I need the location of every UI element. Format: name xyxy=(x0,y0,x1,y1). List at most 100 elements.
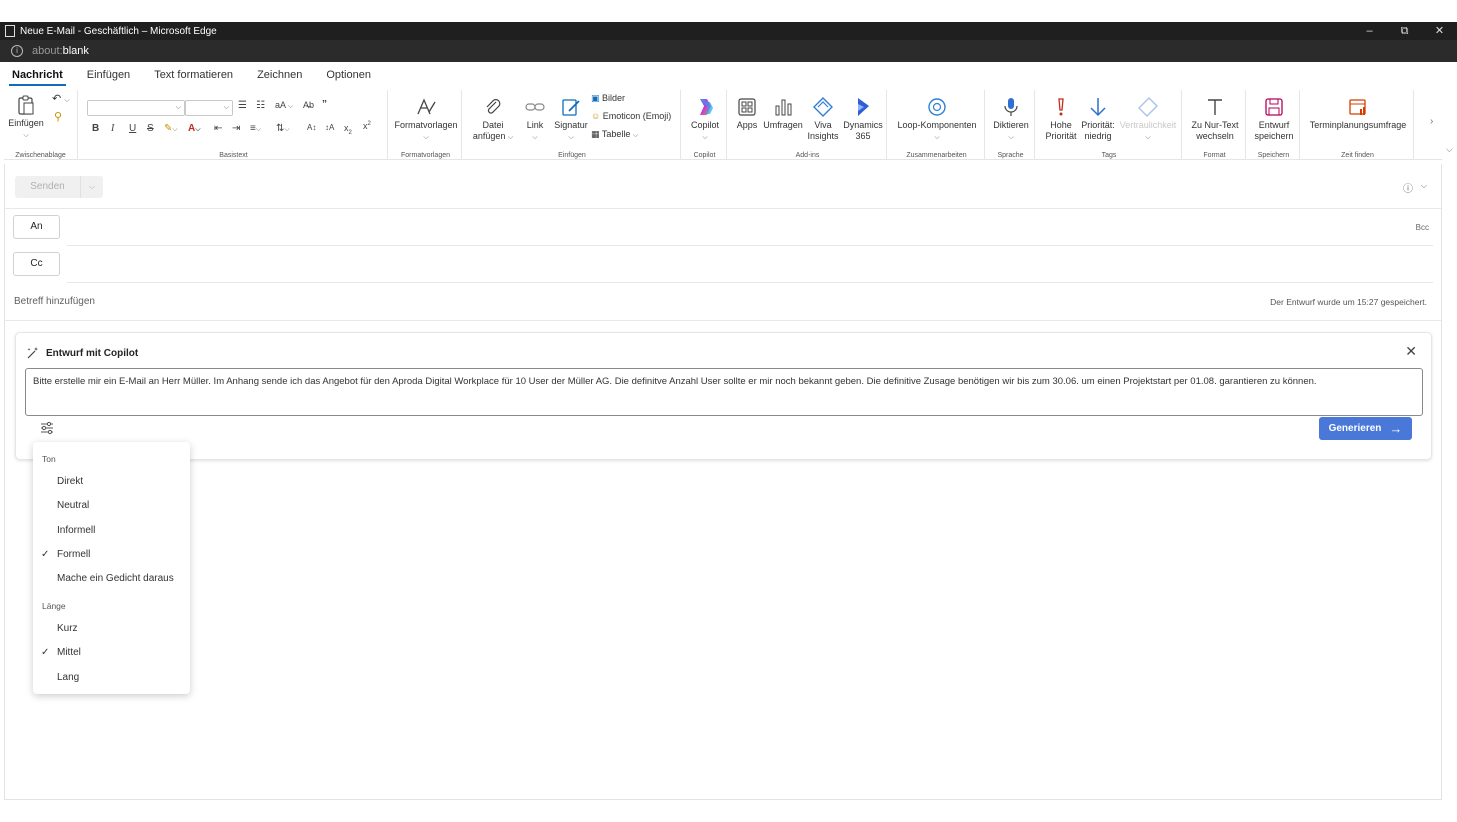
menu-item-neutral[interactable]: Neutral xyxy=(33,495,190,517)
arrow-down-icon xyxy=(1090,98,1106,117)
line-spacing-icon[interactable]: ⇅⌵ xyxy=(276,123,290,134)
strikethrough-icon[interactable]: S xyxy=(147,123,154,134)
link-button[interactable]: Link ⌵ xyxy=(520,96,550,143)
menu-item-formell[interactable]: ✓ Formell xyxy=(33,544,190,566)
image-icon: ▣ xyxy=(591,93,600,103)
bullet-list-icon[interactable]: ☰ xyxy=(238,100,247,111)
ltr-icon[interactable]: A↕ xyxy=(307,123,316,132)
subscript-icon[interactable]: x2 xyxy=(344,123,352,136)
send-button[interactable]: Senden ⌵ xyxy=(15,176,103,198)
apps-button[interactable]: Apps xyxy=(733,96,761,131)
emoticon-button[interactable]: ☺ Emoticon (Emoji) xyxy=(591,111,671,121)
menu-item-informell[interactable]: Informell xyxy=(33,520,190,542)
group-label-collab: Zusammenarbeiten xyxy=(906,152,967,159)
help-chevron-icon[interactable]: ⌵ xyxy=(1421,181,1427,191)
scheduling-poll-button[interactable]: Terminplanungsumfrage xyxy=(1302,96,1414,131)
bcc-button[interactable]: Bcc xyxy=(1416,223,1429,232)
group-label-styles: Formatvorlagen xyxy=(400,152,451,159)
high-priority-button[interactable]: Hohe Priorität xyxy=(1041,96,1081,142)
minimize-button[interactable]: – xyxy=(1352,22,1387,40)
tab-optionen[interactable]: Optionen xyxy=(314,62,383,88)
menu-item-lang[interactable]: Lang xyxy=(33,667,190,689)
menu-item-kurz[interactable]: Kurz xyxy=(33,618,190,640)
clear-format-icon[interactable]: A̶b xyxy=(303,100,314,110)
rtl-icon[interactable]: ↕A xyxy=(325,123,334,132)
text-icon xyxy=(1208,99,1222,115)
dictate-button[interactable]: Diktieren ⌵ xyxy=(987,96,1035,143)
pictures-button[interactable]: ▣ Bilder xyxy=(591,93,625,104)
cc-field[interactable] xyxy=(67,282,1433,283)
window-controls: – ⧉ ✕ xyxy=(1352,22,1457,40)
align-icon[interactable]: ≡⌵ xyxy=(250,123,261,134)
close-window-button[interactable]: ✕ xyxy=(1422,22,1457,40)
attach-file-button[interactable]: Datei anfügen ⌵ xyxy=(468,96,518,143)
checkmark-icon: ✓ xyxy=(41,549,50,560)
ribbon: Einfügen ⌵ ↶ ⌵ ⚲ Zwischenablage ⌵ ⌵ ☰ ☷ a… xyxy=(4,90,1453,160)
font-color-icon[interactable]: A⌵ xyxy=(188,123,201,134)
generate-button[interactable]: Generieren → xyxy=(1319,417,1412,440)
copilot-icon xyxy=(700,99,713,115)
ribbon-expand-icon[interactable]: ⌵ xyxy=(1446,144,1453,155)
viva-insights-button[interactable]: Viva Insights xyxy=(805,96,841,142)
restore-button[interactable]: ⧉ xyxy=(1387,22,1422,40)
table-button[interactable]: ▦ Tabelle ⌵ xyxy=(591,129,638,140)
underline-icon[interactable]: U xyxy=(129,123,136,134)
group-styles: Formatvorlagen ⌵ Formatvorlagen xyxy=(390,90,462,160)
copilot-button[interactable]: Copilot ⌵ xyxy=(683,96,727,143)
copilot-card-title: Entwurf mit Copilot xyxy=(46,347,139,359)
font-size-increase-icon[interactable]: aA ⌵ xyxy=(275,100,293,111)
font-name-combo[interactable]: ⌵ xyxy=(87,100,185,116)
to-field[interactable] xyxy=(67,245,1433,246)
group-label-copilot: Copilot xyxy=(693,152,716,159)
group-label-voice: Sprache xyxy=(997,152,1024,159)
info-icon[interactable]: i xyxy=(11,45,23,57)
menu-item-gedicht[interactable]: Mache ein Gedicht daraus xyxy=(33,568,190,590)
tab-text-formatieren[interactable]: Text formatieren xyxy=(142,62,245,88)
send-options-chevron-icon[interactable]: ⌵ xyxy=(81,182,103,192)
group-clipboard: Einfügen ⌵ ↶ ⌵ ⚲ Zwischenablage xyxy=(4,90,78,160)
save-draft-button[interactable]: Entwurf speichern xyxy=(1248,96,1300,142)
sensitivity-button[interactable]: Vertraulichkeit ⌵ xyxy=(1117,96,1179,143)
to-button[interactable]: An xyxy=(13,215,60,239)
increase-indent-icon[interactable]: ⇥ xyxy=(232,123,240,134)
group-label-basictext: Basistext xyxy=(219,152,248,159)
low-priority-button[interactable]: Priorität: niedrig xyxy=(1079,96,1117,142)
copilot-prompt-input[interactable]: Bitte erstelle mir ein E-Mail an Herr Mü… xyxy=(25,368,1423,416)
italic-icon[interactable]: I xyxy=(111,123,114,134)
superscript-icon[interactable]: x2 xyxy=(363,121,371,131)
tab-nachricht[interactable]: Nachricht xyxy=(0,62,75,88)
close-icon[interactable]: ✕ xyxy=(1405,343,1417,360)
undo-icon[interactable]: ↶ ⌵ xyxy=(52,92,70,105)
dynamics-button[interactable]: Dynamics 365 xyxy=(841,96,885,142)
numbered-list-icon[interactable]: ☷ xyxy=(256,100,265,111)
bold-icon[interactable]: B xyxy=(92,123,99,134)
tune-options-icon[interactable] xyxy=(38,419,56,437)
address-bar[interactable]: i about: blank xyxy=(0,40,1457,62)
cc-button[interactable]: Cc xyxy=(13,252,60,276)
decrease-indent-icon[interactable]: ⇤ xyxy=(214,123,222,134)
polls-button[interactable]: Umfragen xyxy=(761,96,805,131)
microphone-icon xyxy=(1004,98,1018,116)
menu-item-direkt[interactable]: Direkt xyxy=(33,471,190,493)
styles-button[interactable]: Formatvorlagen ⌵ xyxy=(390,96,462,143)
group-tags: Hohe Priorität Priorität: niedrig Vertraul… xyxy=(1037,90,1182,160)
exclamation-icon xyxy=(1058,98,1064,116)
highlight-icon[interactable]: ✎⌵ xyxy=(164,123,178,134)
signature-button[interactable]: Signatur ⌵ xyxy=(550,96,592,143)
paste-button[interactable]: Einfügen ⌵ xyxy=(6,94,46,141)
emoji-icon: ☺ xyxy=(591,111,601,121)
help-icon[interactable]: ⓘ xyxy=(1403,180,1413,195)
tab-einfuegen[interactable]: Einfügen xyxy=(75,62,142,88)
loop-components-button[interactable]: Loop-Komponenten ⌵ xyxy=(889,96,985,143)
subject-input[interactable]: Betreff hinzufügen xyxy=(14,296,95,307)
group-insert: Datei anfügen ⌵ Link ⌵ Signatur ⌵ ▣ Bilder … xyxy=(464,90,681,160)
tab-zeichnen[interactable]: Zeichnen xyxy=(245,62,314,88)
quote-icon[interactable]: ” xyxy=(322,99,327,110)
tone-length-menu: Ton Direkt Neutral Informell ✓ Formell Ma… xyxy=(33,442,190,694)
font-size-combo[interactable]: ⌵ xyxy=(185,100,233,116)
plain-text-button[interactable]: Zu Nur-Text wechseln xyxy=(1184,96,1246,142)
menu-item-mittel[interactable]: ✓ Mittel xyxy=(33,642,190,664)
url-scheme: about: xyxy=(32,45,63,57)
format-painter-icon[interactable]: ⚲ xyxy=(54,110,62,123)
ribbon-scroll-right-icon[interactable]: › xyxy=(1430,116,1433,127)
